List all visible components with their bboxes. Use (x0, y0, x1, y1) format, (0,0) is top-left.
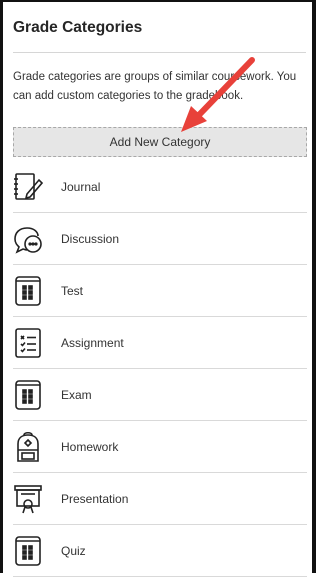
exam-icon (13, 378, 43, 412)
homework-icon (13, 430, 43, 464)
grade-categories-panel: Grade Categories Grade categories are gr… (0, 0, 316, 577)
category-item-exam[interactable]: Exam (13, 369, 307, 421)
category-item-presentation[interactable]: Presentation (13, 473, 307, 525)
category-label: Exam (61, 387, 92, 402)
category-item-journal[interactable]: Journal (13, 161, 307, 213)
discussion-icon (13, 222, 43, 256)
category-label: Quiz (61, 543, 86, 558)
category-label: Test (61, 283, 84, 298)
panel-title: Grade Categories (13, 19, 143, 36)
category-item-test[interactable]: Test (13, 265, 307, 317)
presentation-icon (13, 482, 43, 516)
category-label: Presentation (61, 491, 129, 506)
category-item-discussion[interactable]: Discussion (13, 213, 307, 265)
add-new-category-button[interactable]: Add New Category (13, 127, 307, 157)
title-divider (13, 52, 306, 53)
category-label: Homework (61, 439, 119, 454)
category-label: Journal (61, 179, 101, 194)
category-label: Discussion (61, 231, 120, 246)
journal-icon (13, 170, 43, 204)
panel-description: Grade categories are groups of similar c… (13, 71, 297, 102)
category-item-homework[interactable]: Homework (13, 421, 307, 473)
category-item-assignment[interactable]: Assignment (13, 317, 307, 369)
quiz-icon (13, 534, 43, 568)
category-item-quiz[interactable]: Quiz (13, 525, 307, 577)
test-icon (13, 274, 43, 308)
category-list: Journal Discussion Test Assignment Exam … (13, 161, 307, 577)
category-label: Assignment (61, 335, 124, 350)
assignment-icon (13, 326, 43, 360)
